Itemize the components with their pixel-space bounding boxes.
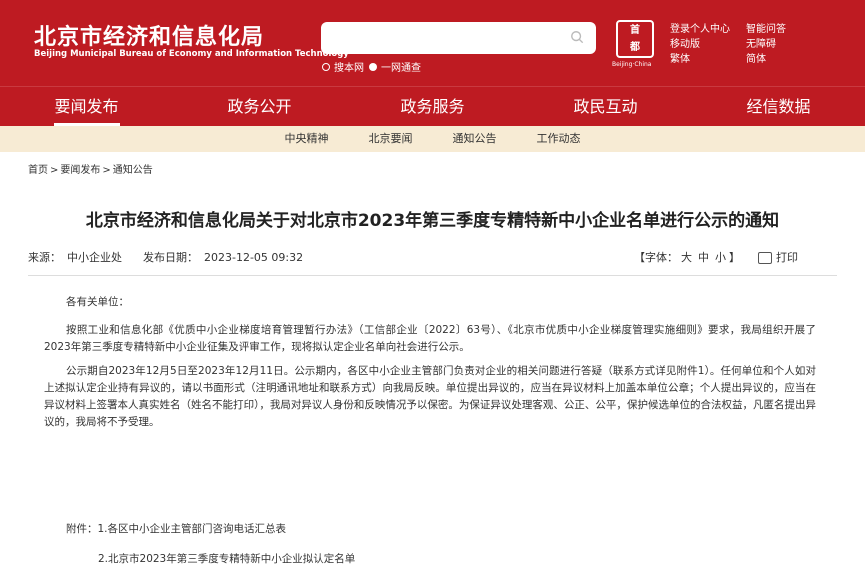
- accessibility-link[interactable]: 无障碍: [746, 35, 776, 50]
- printer-icon: [758, 252, 772, 264]
- breadcrumb: 首页 > 要闻发布 > 通知公告: [28, 161, 153, 176]
- meta-divider: [28, 275, 837, 276]
- radio-unselected-icon: [322, 62, 330, 71]
- font-size-large[interactable]: 大: [681, 251, 692, 264]
- article-date: 发布日期： 2023-12-05 09:32: [143, 251, 304, 264]
- search-icon[interactable]: [570, 30, 584, 44]
- print-button[interactable]: 打印: [758, 249, 798, 265]
- breadcrumb-separator: >: [102, 165, 111, 176]
- secondary-nav: 中央精神 北京要闻 通知公告 工作动态: [0, 126, 865, 152]
- smart-qa-link[interactable]: 智能问答: [746, 20, 786, 35]
- login-link[interactable]: 登录个人中心: [670, 20, 730, 35]
- scope-option-site[interactable]: 搜本网: [322, 59, 364, 74]
- paragraph-1: 按照工业和信息化部《优质中小企业梯度培育管理暂行办法》（工信部企业〔2022〕6…: [44, 324, 816, 353]
- breadcrumb-news[interactable]: 要闻发布: [60, 165, 100, 176]
- subnav-central[interactable]: 中央精神: [265, 126, 349, 152]
- subnav-work-updates[interactable]: 工作动态: [517, 126, 601, 152]
- nav-interaction[interactable]: 政民互动: [519, 87, 692, 126]
- mobile-link[interactable]: 移动版: [670, 35, 700, 50]
- emblem-caption: Beijing·China: [612, 61, 652, 68]
- scope-option-all[interactable]: 一网通查: [369, 59, 421, 74]
- site-name-en: Beijing Municipal Bureau of Economy and …: [34, 49, 349, 59]
- simplified-link[interactable]: 简体: [746, 50, 766, 65]
- article-source: 来源： 中小企业处: [28, 251, 122, 264]
- paragraph-2: 公示期自2023年12月5日至2023年12月11日。公示期内，各区中小企业主管…: [44, 365, 816, 428]
- font-size-controls: 【字体：大中小】: [634, 251, 740, 264]
- article-title: 北京市经济和信息化局关于对北京市2023年第三季度专精特新中小企业名单进行公示的…: [85, 211, 780, 231]
- nav-gov-services[interactable]: 政务服务: [346, 87, 519, 126]
- subnav-notices[interactable]: 通知公告: [433, 126, 517, 152]
- nav-news[interactable]: 要闻发布: [0, 87, 173, 126]
- radio-selected-icon: [369, 62, 377, 71]
- subnav-beijing-news[interactable]: 北京要闻: [349, 126, 433, 152]
- attachment-link-1[interactable]: 附件：1.各区中小企业主管部门咨询电话汇总表: [66, 521, 286, 536]
- font-size-medium[interactable]: 中: [698, 251, 709, 264]
- font-size-small[interactable]: 小: [715, 251, 726, 264]
- article-body: 各有关单位： 按照工业和信息化部《优质中小企业梯度培育管理暂行办法》（工信部企业…: [44, 294, 816, 438]
- salutation: 各有关单位：: [66, 296, 129, 308]
- breadcrumb-separator: >: [50, 165, 59, 176]
- nav-gov-affairs[interactable]: 政务公开: [173, 87, 346, 126]
- primary-nav: 要闻发布 政务公开 政务服务 政民互动 经信数据: [0, 86, 865, 126]
- breadcrumb-notices[interactable]: 通知公告: [113, 165, 153, 176]
- traditional-link[interactable]: 繁体: [670, 50, 690, 65]
- search-input[interactable]: [321, 22, 596, 54]
- site-header: 北京市经济和信息化局 Beijing Municipal Bureau of E…: [0, 0, 865, 86]
- nav-data[interactable]: 经信数据: [692, 87, 865, 126]
- site-name[interactable]: 北京市经济和信息化局: [34, 19, 264, 51]
- attachment-link-2[interactable]: 2.北京市2023年第三季度专精特新中小企业拟认定名单: [98, 551, 355, 566]
- breadcrumb-home[interactable]: 首页: [28, 165, 48, 176]
- capital-emblem-logo: 首 都: [616, 20, 654, 58]
